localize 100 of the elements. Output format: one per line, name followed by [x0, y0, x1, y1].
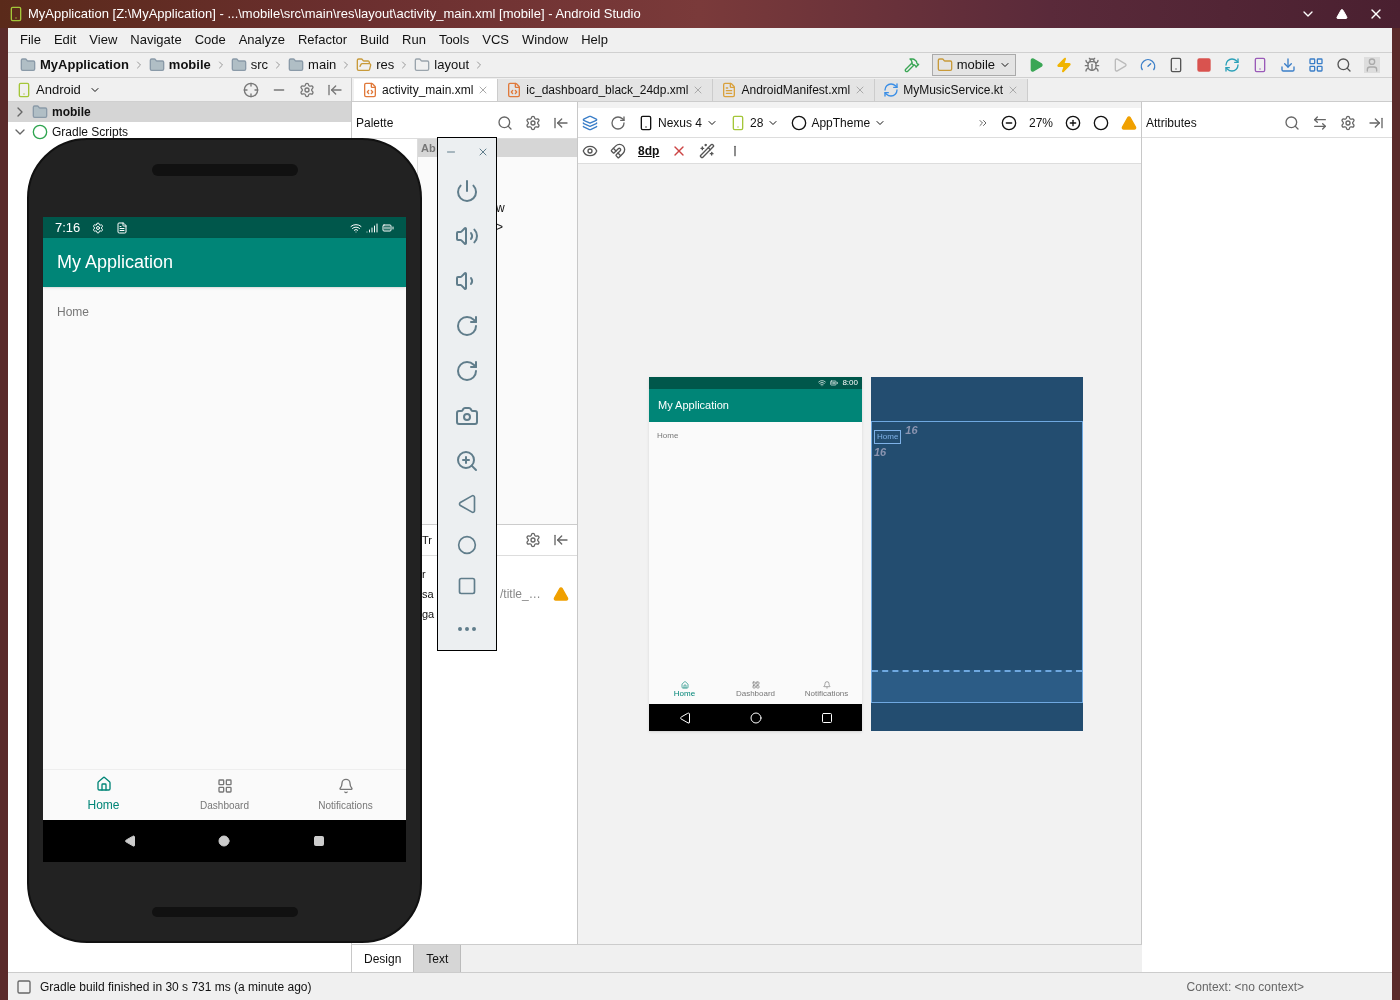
breadcrumb-item[interactable]: MyApplication	[40, 55, 129, 75]
home-button-icon[interactable]	[218, 835, 231, 847]
signal-icon	[366, 221, 378, 234]
menu-item[interactable]: Refactor	[297, 30, 348, 50]
debug-icon[interactable]	[1084, 57, 1100, 73]
xml-file-icon	[506, 82, 523, 98]
menu-item[interactable]: Analyze	[238, 30, 285, 50]
menu-item[interactable]: Window	[521, 30, 569, 50]
rotate-left-icon[interactable]	[455, 314, 479, 338]
xml-file-icon	[362, 82, 378, 98]
tree-item[interactable]: ga	[422, 605, 435, 623]
module-folder-icon	[148, 57, 165, 73]
app-title: My Application	[658, 398, 729, 414]
maximize-button[interactable]	[1336, 8, 1348, 20]
menu-item[interactable]: Build	[360, 30, 389, 50]
hide-panel-icon[interactable]	[553, 532, 569, 548]
settings-icon[interactable]	[525, 532, 541, 548]
menu-item[interactable]: Run	[402, 30, 426, 50]
device-icon[interactable]	[1168, 57, 1184, 73]
api-level-dropdown[interactable]: 28	[730, 113, 780, 132]
margin-label: 16	[905, 423, 918, 438]
volume-up-icon[interactable]	[455, 224, 479, 248]
menu-item[interactable]: Tools	[438, 30, 470, 50]
wifi-icon	[818, 379, 827, 387]
project-tree-item[interactable]: mobile	[8, 102, 351, 122]
overview-icon[interactable]	[312, 835, 325, 847]
breadcrumb-item[interactable]: main	[308, 55, 337, 75]
bottom-nav-item[interactable]: Home	[43, 770, 164, 820]
panel-title: Palette	[356, 115, 394, 132]
hammer-icon[interactable]	[903, 57, 920, 73]
settings-icon[interactable]	[1340, 114, 1356, 131]
hide-panel-icon[interactable]	[553, 115, 569, 131]
back-icon[interactable]	[124, 835, 137, 847]
menu-item[interactable]: File	[20, 30, 41, 50]
tree-item[interactable]: sa	[422, 585, 434, 603]
editor-tab[interactable]: activity_main.xml	[354, 79, 499, 101]
bell-icon	[822, 681, 831, 689]
bottom-nav-item[interactable]: Dashboard	[720, 676, 791, 704]
window-title: MyApplication [Z:\MyApplication] - ...\mobile\src\main\res\layout\activity_main.xml [mobile] - Android Studio	[28, 5, 641, 24]
bottom-nav-item[interactable]: Notifications	[791, 676, 862, 704]
stop-icon[interactable]	[1196, 57, 1212, 73]
menu-item[interactable]: Help	[581, 30, 608, 50]
menu-item[interactable]: Edit	[53, 30, 77, 50]
grid-icon	[216, 777, 233, 794]
search-icon[interactable]	[497, 115, 513, 131]
settings-icon[interactable]	[299, 81, 315, 98]
orientation-icon[interactable]	[610, 114, 626, 131]
run-config-dropdown[interactable]: mobile	[931, 54, 1016, 76]
run-icon[interactable]	[1028, 57, 1044, 73]
editor-mode-tab[interactable]: Text	[414, 945, 462, 972]
grid-icon	[751, 681, 760, 689]
breadcrumb-item[interactable]: res	[376, 55, 395, 75]
editor-mode-tab[interactable]: Design	[352, 945, 415, 972]
panel-title: Attributes	[1146, 114, 1197, 132]
sync-icon[interactable]	[1224, 57, 1240, 73]
palette-item[interactable]: >	[496, 218, 577, 237]
menu-item[interactable]: Navigate	[130, 30, 182, 50]
magic-wand-icon[interactable]	[699, 142, 716, 159]
editor-tab[interactable]: AndroidManifest.xml	[713, 79, 876, 101]
editor-tab[interactable]: MyMusicService.kt	[875, 79, 1029, 101]
phone-icon	[638, 114, 654, 131]
view-outline[interactable]: Home	[874, 430, 902, 444]
zoom-out-icon[interactable]	[1000, 114, 1017, 131]
breadcrumb-item[interactable]: mobile	[168, 55, 211, 75]
project-tree-item[interactable]: Gradle Scripts	[8, 122, 351, 142]
crosshair-icon[interactable]	[243, 81, 259, 98]
theme-dropdown[interactable]: AppTheme	[791, 113, 887, 132]
layers-icon[interactable]	[582, 114, 598, 131]
manifest-file-icon	[721, 82, 738, 98]
menu-item[interactable]: View	[89, 30, 118, 50]
menu-item[interactable]: VCS	[482, 30, 509, 50]
module-folder-icon	[20, 57, 36, 73]
magnet-icon[interactable]	[610, 142, 626, 159]
project-view-dropdown[interactable]: Android	[36, 79, 101, 100]
bottom-nav-item[interactable]: Home	[649, 676, 720, 704]
folder-icon	[230, 57, 247, 73]
content-text: Home	[56, 304, 90, 321]
warning-icon[interactable]	[1121, 114, 1137, 131]
default-margin-button[interactable]: 8dp	[638, 141, 660, 160]
device-dropdown[interactable]: Nexus 4	[638, 113, 719, 132]
bottom-nav-item[interactable]: Notifications	[285, 770, 406, 820]
status-time: 8:00	[842, 377, 858, 389]
power-icon[interactable]	[455, 179, 479, 203]
rotate-right-icon[interactable]	[455, 359, 479, 383]
bottom-nav-item[interactable]: Dashboard	[164, 770, 285, 820]
editor-tab[interactable]: ic_dashboard_black_24dp.xml	[498, 79, 714, 101]
zoom-icon[interactable]	[455, 449, 479, 473]
search-icon[interactable]	[1336, 57, 1352, 73]
breadcrumb-item[interactable]: layout	[434, 55, 470, 75]
breadcrumb-item[interactable]: src	[250, 55, 269, 75]
swap-icon[interactable]	[1312, 114, 1328, 131]
settings-icon[interactable]	[525, 115, 541, 131]
palette-category-header: Ab	[421, 140, 436, 156]
search-icon[interactable]	[1284, 114, 1300, 131]
menu-item[interactable]: Code	[194, 30, 226, 50]
content-text: Home	[656, 430, 680, 442]
gauge-icon[interactable]	[1140, 57, 1156, 73]
home-button-icon	[749, 711, 762, 724]
zoom-in-icon[interactable]	[1065, 114, 1081, 131]
camera-icon[interactable]	[455, 404, 479, 428]
